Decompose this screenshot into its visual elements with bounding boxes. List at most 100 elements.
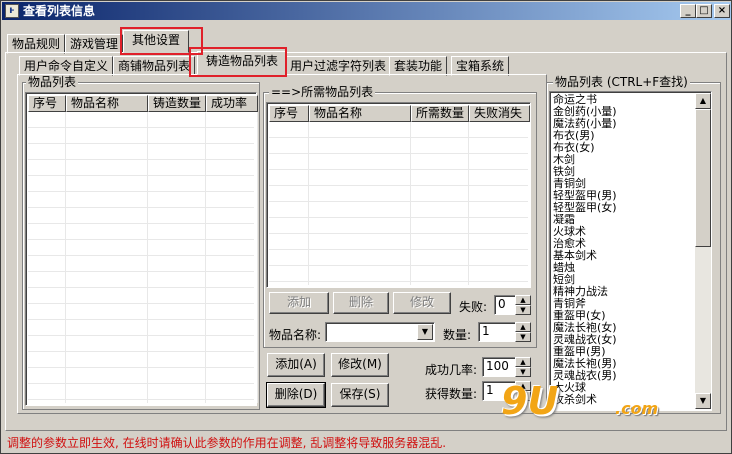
- table-row: [28, 383, 254, 384]
- table-row: [28, 271, 254, 272]
- required-list-header: 序号 物品名称 所需数量 失败消失: [269, 105, 530, 122]
- col-item-name[interactable]: 物品名称: [309, 105, 411, 122]
- maximize-button[interactable]: □: [696, 4, 712, 18]
- tab-set-functions[interactable]: 套装功能: [389, 56, 448, 76]
- table-row: [28, 367, 254, 368]
- grid-line: [65, 112, 66, 403]
- chevron-down-icon[interactable]: ▼: [417, 324, 433, 340]
- modify-button[interactable]: 修改(M): [331, 353, 389, 377]
- tab-shop-items[interactable]: 商铺物品列表: [113, 56, 196, 76]
- required-items-listview[interactable]: 序号 物品名称 所需数量 失败消失: [266, 102, 531, 288]
- table-row: [269, 217, 528, 218]
- close-button[interactable]: ×: [714, 4, 730, 18]
- tab-user-commands[interactable]: 用户命令自定义: [19, 56, 114, 76]
- obtain-count-label: 获得数量:: [425, 387, 478, 401]
- col-fail-disappear[interactable]: 失败消失: [469, 105, 530, 122]
- table-row: [269, 249, 528, 250]
- table-row: [28, 319, 254, 320]
- success-rate-spinner[interactable]: ▲ ▼: [515, 357, 531, 377]
- table-row: [28, 239, 254, 240]
- col-success-rate[interactable]: 成功率: [206, 95, 258, 112]
- tab-item-rules[interactable]: 物品规则: [7, 34, 66, 54]
- required-delete-button[interactable]: 删除: [333, 292, 389, 314]
- spin-up-icon[interactable]: ▲: [515, 295, 531, 305]
- required-modify-button[interactable]: 修改: [393, 292, 451, 314]
- grid-line: [205, 112, 206, 403]
- save-button[interactable]: 保存(S): [331, 383, 389, 407]
- table-row: [269, 169, 528, 170]
- required-add-button[interactable]: 添加: [269, 292, 329, 314]
- lost-spinner[interactable]: ▲ ▼: [515, 295, 531, 315]
- col-required-quantity[interactable]: 所需数量: [411, 105, 469, 122]
- lost-input[interactable]: 0: [494, 295, 516, 315]
- item-list-label: 物品列表: [26, 75, 79, 89]
- table-row: [269, 233, 528, 234]
- spin-down-icon[interactable]: ▼: [515, 332, 531, 342]
- delete-button[interactable]: 删除(D): [266, 382, 326, 408]
- watermark-logo: 9U .com: [497, 377, 693, 429]
- grid-line: [147, 112, 148, 403]
- items-panel-label: 物品列表 (CTRL+F查找): [553, 75, 690, 89]
- quantity-spinner[interactable]: ▲ ▼: [515, 322, 531, 342]
- col-index[interactable]: 序号: [28, 95, 66, 112]
- table-row: [269, 153, 528, 154]
- table-row: [28, 127, 254, 128]
- forge-item-listview[interactable]: 序号 物品名称 铸造数量 成功率: [25, 92, 258, 406]
- table-row: [28, 399, 254, 400]
- window-title: 查看列表信息: [23, 4, 96, 18]
- spin-up-icon[interactable]: ▲: [515, 357, 531, 367]
- app-icon: ⱶ: [5, 4, 19, 18]
- table-row: [269, 185, 528, 186]
- tab-treasure-box[interactable]: 宝箱系统: [451, 56, 510, 76]
- table-row: [269, 281, 528, 282]
- watermark-small: .com: [615, 399, 659, 418]
- grid-line: [410, 122, 411, 285]
- table-row: [28, 143, 254, 144]
- table-row: [28, 175, 254, 176]
- lost-label: 失败:: [459, 300, 488, 314]
- table-row: [28, 191, 254, 192]
- all-items-listbox[interactable]: 命运之书 金创药(小量) 魔法药(小量) 布衣(男) 布衣(女) 木剑 铁剑 青铜剑 轻型盔甲(…: [549, 91, 712, 411]
- item-name-label: 物品名称:: [269, 328, 322, 342]
- grid-line: [468, 122, 469, 285]
- status-message: 调整的参数立即生效, 在线时请确认此参数的作用在调整, 乱调整将导致服务器混乱.: [7, 436, 447, 450]
- grid-line: [257, 112, 258, 403]
- spin-up-icon[interactable]: ▲: [515, 322, 531, 332]
- quantity-label: 数量:: [443, 328, 472, 342]
- tab-game-management[interactable]: 游戏管理: [65, 34, 124, 54]
- items-scrollbar[interactable]: ▲ ▼: [695, 93, 711, 409]
- table-row: [28, 207, 254, 208]
- required-items-label: ==>所需物品列表: [269, 85, 376, 99]
- spin-down-icon[interactable]: ▼: [515, 305, 531, 315]
- scroll-down-icon[interactable]: ▼: [695, 393, 711, 409]
- required-list-rows: [269, 122, 528, 285]
- table-row: [269, 137, 528, 138]
- scroll-up-icon[interactable]: ▲: [695, 93, 711, 109]
- success-rate-label: 成功几率:: [425, 363, 478, 377]
- forge-list-header: 序号 物品名称 铸造数量 成功率: [28, 95, 258, 112]
- table-row: [28, 223, 254, 224]
- watermark-big: 9U: [501, 379, 559, 423]
- quantity-input[interactable]: 1: [478, 322, 516, 342]
- table-row: [269, 201, 528, 202]
- table-row: [28, 335, 254, 336]
- col-index[interactable]: 序号: [269, 105, 309, 122]
- tab-forge-items[interactable]: 铸造物品列表: [197, 51, 288, 75]
- success-rate-input[interactable]: 100: [482, 357, 516, 377]
- add-button[interactable]: 添加(A): [267, 353, 325, 377]
- tab-other-settings[interactable]: 其他设置: [123, 30, 190, 53]
- scroll-thumb[interactable]: [695, 109, 711, 247]
- table-row: [28, 287, 254, 288]
- spin-down-icon[interactable]: ▼: [515, 367, 531, 377]
- col-forge-quantity[interactable]: 铸造数量: [148, 95, 206, 112]
- table-row: [28, 351, 254, 352]
- minimize-button[interactable]: _: [680, 4, 696, 18]
- table-row: [28, 255, 254, 256]
- forge-list-rows: [28, 112, 258, 403]
- title-bar: ⱶ 查看列表信息 _ □ ×: [2, 2, 731, 20]
- col-item-name[interactable]: 物品名称: [66, 95, 148, 112]
- tab-user-filter-chars[interactable]: 用户过滤字符列表: [285, 56, 392, 76]
- table-row: [269, 265, 528, 266]
- grid-line: [308, 122, 309, 285]
- items-list: 命运之书 金创药(小量) 魔法药(小量) 布衣(男) 布衣(女) 木剑 铁剑 青铜剑 轻型盔甲(…: [553, 94, 617, 406]
